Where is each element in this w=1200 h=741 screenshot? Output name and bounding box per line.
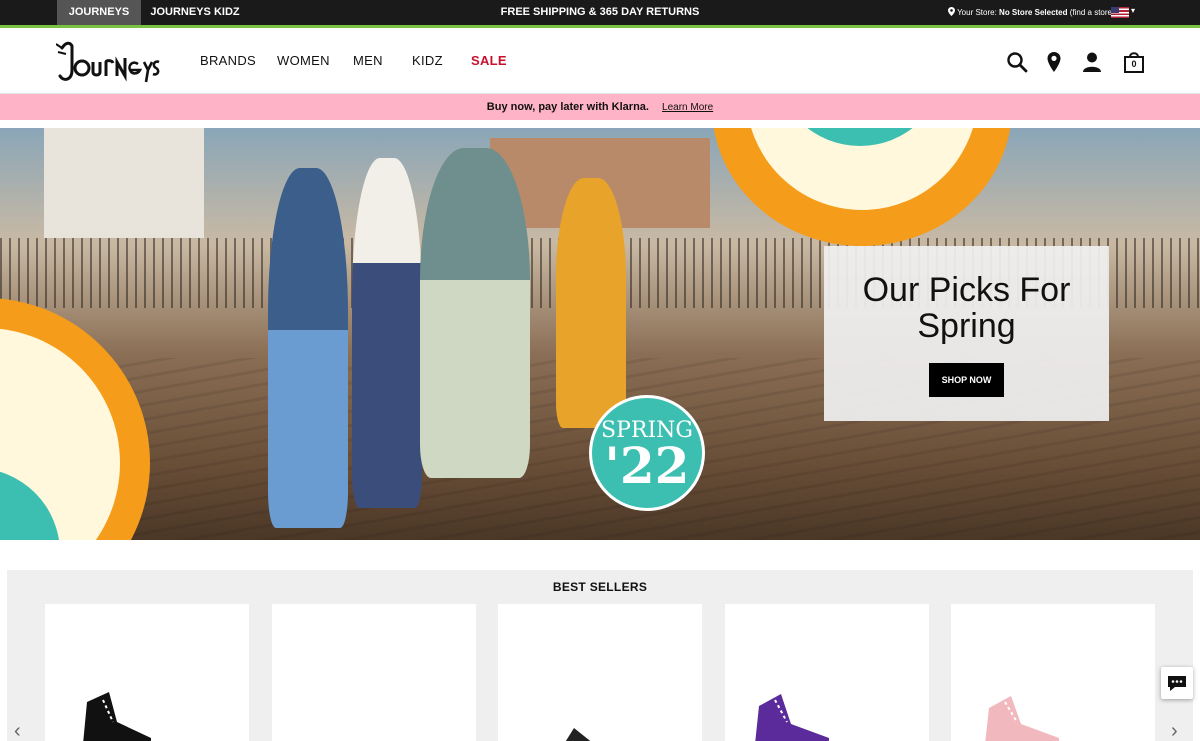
account-icon[interactable] bbox=[1081, 51, 1103, 73]
store-label: Your Store: bbox=[957, 8, 997, 17]
person-figure bbox=[556, 178, 626, 428]
sneaker-image bbox=[565, 728, 591, 741]
chat-widget-button[interactable] bbox=[1161, 667, 1193, 699]
klarna-learn-more-link[interactable]: Learn More bbox=[662, 102, 713, 113]
background-building bbox=[44, 128, 204, 238]
us-flag-icon[interactable] bbox=[1111, 7, 1129, 18]
shipping-promo[interactable]: FREE SHIPPING & 365 DAY RETURNS bbox=[450, 0, 750, 25]
klarna-message: Buy now, pay later with Klarna. bbox=[486, 101, 649, 113]
product-card[interactable] bbox=[272, 604, 476, 741]
chevron-down-icon[interactable]: ▾ bbox=[1131, 6, 1135, 15]
sneaker-image bbox=[83, 692, 151, 741]
nav-men[interactable]: MEN bbox=[353, 28, 383, 94]
best-sellers-carousel: BEST SELLERS ‹ › bbox=[7, 570, 1193, 741]
person-figure bbox=[420, 148, 530, 478]
carousel-next-arrow[interactable]: › bbox=[1171, 720, 1178, 741]
best-sellers-title: BEST SELLERS bbox=[552, 580, 648, 594]
tab-journeys[interactable]: JOURNEYS bbox=[57, 0, 141, 25]
sneaker-image bbox=[755, 694, 829, 741]
journeys-logo[interactable] bbox=[56, 40, 160, 86]
chat-bubble-icon bbox=[1168, 676, 1186, 691]
tab-journeys-kidz[interactable]: JOURNEYS KIDZ bbox=[141, 0, 249, 25]
spring-22-badge: SPRING '22 bbox=[589, 395, 705, 511]
location-pin-icon[interactable] bbox=[1043, 51, 1065, 73]
nav-women[interactable]: WOMEN bbox=[277, 28, 330, 94]
store-value: No Store Selected bbox=[999, 8, 1068, 17]
nav-brands[interactable]: BRANDS bbox=[200, 28, 256, 94]
hero-headline: Our Picks For Spring bbox=[862, 271, 1071, 345]
product-card[interactable] bbox=[725, 604, 929, 741]
main-header: BRANDS WOMEN MEN KIDZ SALE 0 bbox=[0, 28, 1200, 94]
top-utility-bar: JOURNEYS JOURNEYS KIDZ FREE SHIPPING & 3… bbox=[0, 0, 1200, 25]
find-store-link[interactable]: (find a store) bbox=[1070, 8, 1115, 17]
person-figure bbox=[352, 158, 422, 508]
badge-year: '22 bbox=[604, 436, 690, 495]
nav-kidz[interactable]: KIDZ bbox=[412, 28, 443, 94]
product-card[interactable] bbox=[951, 604, 1155, 741]
carousel-prev-arrow[interactable]: ‹ bbox=[14, 720, 21, 741]
hero-promo-panel: Our Picks For Spring SHOP NOW bbox=[824, 246, 1109, 421]
hero-banner[interactable]: SPRING '22 Our Picks For Spring SHOP NOW bbox=[0, 128, 1200, 540]
person-figure bbox=[268, 168, 348, 528]
shop-now-button[interactable]: SHOP NOW bbox=[929, 363, 1004, 397]
nav-sale[interactable]: SALE bbox=[471, 28, 507, 94]
sneaker-image bbox=[985, 696, 1059, 741]
cart-count: 0 bbox=[1131, 59, 1137, 69]
search-icon[interactable] bbox=[1006, 51, 1028, 73]
product-card[interactable] bbox=[45, 604, 249, 741]
klarna-banner: Buy now, pay later with Klarna. Learn Mo… bbox=[0, 94, 1200, 120]
product-card[interactable] bbox=[498, 604, 702, 741]
store-selector[interactable]: Your Store: No Store Selected (find a st… bbox=[948, 0, 1115, 25]
map-pin-icon bbox=[948, 7, 957, 17]
